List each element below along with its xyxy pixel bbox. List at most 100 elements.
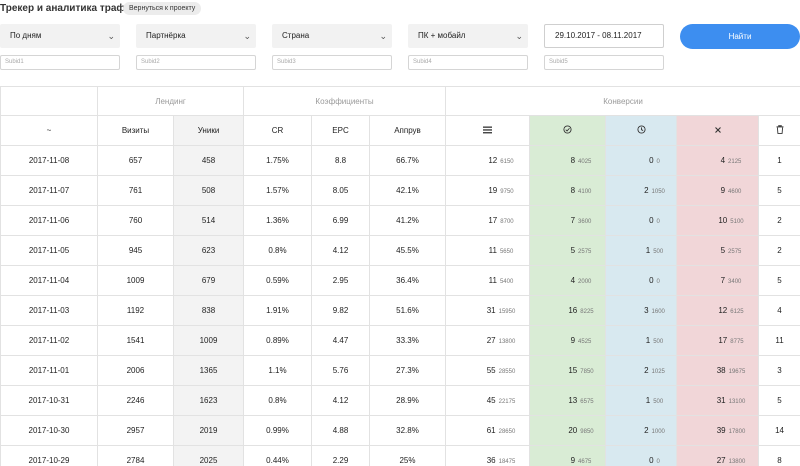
country-select[interactable]: Страна ⌄ [272,24,392,48]
cell-pending: 00 [605,145,677,176]
cell-approved-sum: 7850 [580,369,594,375]
cell-date: 2017-11-05 [0,235,98,266]
cell-trash: 1 [757,145,800,176]
cell-pending-sum: 1050 [651,189,665,195]
chevron-down-icon: ⌄ [107,31,115,41]
cell-rejected-sum: 5100 [730,219,744,225]
cell-trash: 3 [757,355,800,386]
cell-total: 45 22175 [445,385,530,416]
cell-approved: 9 4525 [529,325,606,356]
subid1-input[interactable]: Subid1 [0,55,120,70]
cell-total-sum: 13800 [498,339,516,345]
cell-trash: 5 [757,175,800,206]
cell-rejected-count: 10 [718,216,728,225]
cell-pending-sum: 0 [656,459,660,465]
cell-total-sum: 18475 [498,459,516,465]
cell-total-count: 55 [486,366,496,375]
back-to-project-button[interactable]: Вернуться к проекту [123,2,202,15]
cell-total: 36 18475 [445,445,530,466]
cell-uniques: 1623 [173,385,244,416]
cell-uniques: 2025 [173,445,244,466]
cell-approved-sum: 2575 [578,249,592,255]
cell-pending-sum: 0 [656,279,660,285]
cell-approved: 20 9850 [529,415,606,446]
cell-total-count: 27 [486,336,496,345]
group-header-coefficients: Коэффициенты [243,86,446,116]
cell-total: 11 5650 [445,235,530,266]
column-header-trash[interactable] [757,115,800,146]
cell-approve: 42.1% [369,175,446,206]
cell-epc: 8.8 [311,145,370,176]
cell-visits: 2246 [97,385,174,416]
cell-pending-sum: 500 [653,339,664,345]
cell-pending-sum: 1025 [651,369,665,375]
device-select[interactable]: ПК + мобайл ⌄ [408,24,528,48]
cell-epc: 4.88 [311,415,370,446]
group-header-conversions: Конверсии [444,86,800,116]
column-header-approved[interactable] [529,115,606,146]
cell-rejected-count: 38 [716,366,726,375]
cell-pending-count: 2 [644,366,649,375]
column-header-epc[interactable]: EPC [311,115,370,146]
cell-rejected: 17 8775 [676,325,759,356]
cell-date: 2017-11-07 [0,175,98,206]
cell-total-sum: 15950 [498,309,516,315]
cell-trash: 8 [757,445,800,466]
cell-visits: 1541 [97,325,174,356]
cell-total-sum: 22175 [498,399,516,405]
chevron-down-icon: ⌄ [243,31,251,41]
column-header-pending[interactable] [605,115,677,146]
cell-rejected: 7 3400 [676,265,759,296]
column-header-visits[interactable]: Визиты [97,115,174,146]
column-header-cr[interactable]: CR [243,115,312,146]
group-by-select[interactable]: По дням ⌄ [0,24,120,48]
find-button[interactable]: Найти [680,24,800,49]
cell-rejected-sum: 17800 [728,429,746,435]
cell-pending: 1 500 [605,385,677,416]
cell-total-sum: 28650 [498,429,516,435]
cell-pending-count: 0 [649,456,654,465]
cell-rejected-count: 39 [716,426,726,435]
column-header-approve[interactable]: Аппрув [369,115,446,146]
cell-pending-count: 3 [644,306,649,315]
cell-cr: 1.1% [243,355,312,386]
cell-approved: 8 4025 [529,145,606,176]
cell-total-count: 61 [486,426,496,435]
cell-approve: 27.3% [369,355,446,386]
subid3-input[interactable]: Subid3 [272,55,392,70]
cell-rejected-count: 9 [720,186,726,195]
cell-uniques: 514 [173,205,244,236]
cell-rejected-sum: 4600 [728,189,742,195]
table-row: 2017-11-02 1541 1009 0.89% 4.47 33.3% 27 13800 9… [0,325,800,356]
cell-approved-count: 15 [568,366,578,375]
cell-approve: 25% [369,445,446,466]
cell-total: 31 15950 [445,295,530,326]
subid5-input[interactable]: Subid5 [544,55,664,70]
subid2-input[interactable]: Subid2 [136,55,256,70]
cell-epc: 2.29 [311,445,370,466]
date-range-input[interactable]: 29.10.2017 - 08.11.2017 [544,24,664,48]
cell-epc: 6.99 [311,205,370,236]
cell-uniques: 679 [173,265,244,296]
cell-total-count: 45 [486,396,496,405]
cell-approved-count: 20 [568,426,578,435]
cell-approved-count: 8 [570,156,576,165]
column-header-total[interactable] [445,115,530,146]
column-header-uniques[interactable]: Уники [173,115,244,146]
trash-icon [776,124,784,134]
cell-pending: 00 [605,205,677,236]
subid4-input[interactable]: Subid4 [408,55,528,70]
group-header-empty [0,86,98,116]
partner-select[interactable]: Партнёрка ⌄ [136,24,256,48]
cell-date: 2017-11-03 [0,295,98,326]
column-header-rejected[interactable] [676,115,759,146]
close-icon [714,126,721,133]
cell-pending-sum: 1600 [651,309,665,315]
table-row: 2017-10-29 2784 2025 0.44% 2.29 25% 36 18475 9 46… [0,445,800,466]
cell-total-count: 19 [488,186,498,195]
cell-rejected-sum: 19675 [728,369,746,375]
cell-approved-count: 8 [570,186,576,195]
column-header-date[interactable]: ~ [0,115,98,146]
cell-rejected: 4 2125 [676,145,759,176]
cell-cr: 0.89% [243,325,312,356]
